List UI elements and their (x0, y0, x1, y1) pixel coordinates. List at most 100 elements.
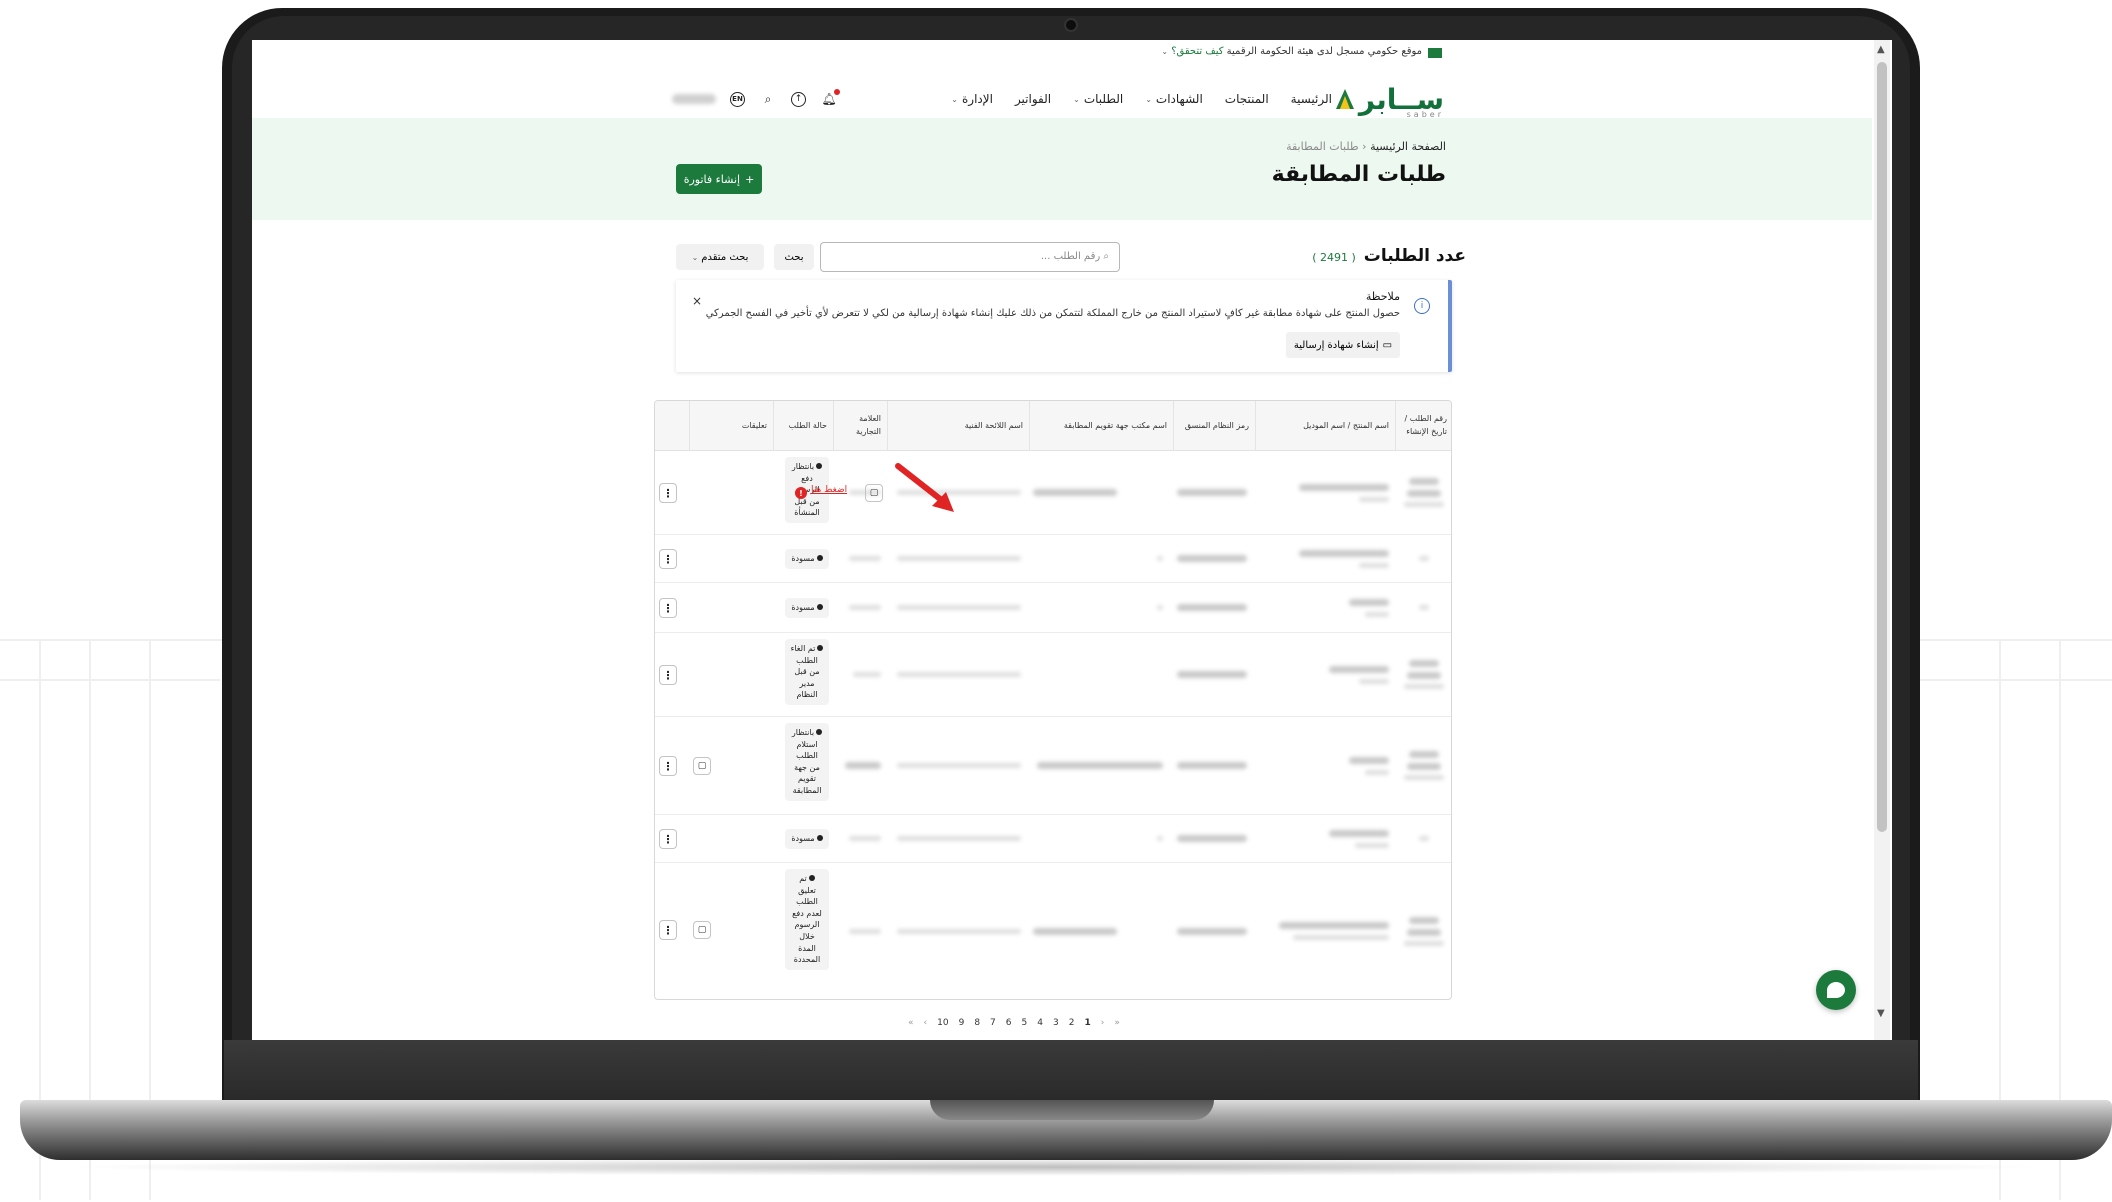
table-row[interactable]: تم تعليق الطلب لعدم دفع الرسوم خلال المد… (655, 863, 1451, 999)
page-1[interactable]: 1 (1084, 1018, 1090, 1028)
header-product-name: اسم المنتج / اسم الموديل (1255, 401, 1395, 451)
scroll-down-icon[interactable]: ▼ (1877, 1008, 1885, 1019)
page-7[interactable]: 7 (990, 1018, 996, 1028)
row-actions-menu[interactable]: ⋮ (659, 483, 677, 503)
saudi-flag-icon (1428, 48, 1442, 58)
create-shipment-certificate-button[interactable]: ▭ إنشاء شهادة إرسالية (1286, 332, 1400, 358)
camera-icon (1064, 18, 1078, 32)
nav-item-products[interactable]: المنتجات (1225, 92, 1269, 106)
status-badge: مسودة (785, 549, 829, 569)
info-note: i ملاحظة حصول المنتج على شهادة مطابقة غي… (676, 280, 1452, 372)
cell-conformity-body (1033, 717, 1163, 814)
create-invoice-button[interactable]: + إنشاء فاتورة (676, 164, 762, 194)
cell-conformity-body (1033, 535, 1163, 582)
scroll-up-icon[interactable]: ▲ (1877, 44, 1885, 55)
logo-mark-icon (1335, 89, 1354, 109)
pagination-prev[interactable]: ‹ (924, 1018, 928, 1028)
cell-technical-regulation (891, 583, 1021, 632)
page-3[interactable]: 3 (1053, 1018, 1059, 1028)
nav-item-management[interactable]: الإدارة ⌄ (951, 92, 993, 106)
page-2[interactable]: 2 (1069, 1018, 1075, 1028)
cell-product-name (1259, 535, 1389, 582)
comment-icon[interactable]: ▢ (693, 921, 711, 939)
cell-conformity-body (1033, 815, 1163, 862)
table-row[interactable]: مسودة ⋮ (655, 535, 1451, 583)
page-5[interactable]: 5 (1022, 1018, 1028, 1028)
page-9[interactable]: 9 (959, 1018, 965, 1028)
pagination: « ‹ 10 9 8 7 6 5 4 3 2 1 › » (908, 1018, 1120, 1028)
row-actions-menu[interactable]: ⋮ (659, 549, 677, 569)
note-text: حصول المنتج على شهادة مطابقة غير كافٍ لا… (705, 308, 1400, 319)
row-actions-menu[interactable]: ⋮ (659, 920, 677, 940)
header-conformity-body: اسم مكتب جهة تقويم المطابقة (1029, 401, 1173, 451)
nav-item-home[interactable]: الرئيسية (1291, 92, 1332, 106)
certificate-icon: ▭ (1382, 339, 1393, 351)
gov-banner: موقع حكومي مسجل لدى هيئة الحكومة الرقمية… (252, 40, 1872, 68)
cell-product-name (1259, 633, 1389, 716)
pagination-first[interactable]: « (908, 1018, 914, 1028)
chat-support-button[interactable] (1816, 970, 1856, 1010)
vertical-scrollbar[interactable]: ▲ ▼ (1874, 40, 1890, 1040)
header-technical-regulation: اسم اللائحة الفنية (887, 401, 1029, 451)
warning-icon: ! (795, 487, 807, 499)
status-badge: تم تعليق الطلب لعدم دفع الرسوم خلال المد… (785, 869, 829, 970)
page-8[interactable]: 8 (974, 1018, 980, 1028)
nav-item-invoices[interactable]: الفواتير (1015, 92, 1051, 106)
page-10[interactable]: 10 (937, 1018, 948, 1028)
cell-technical-regulation (891, 717, 1021, 814)
cell-hs-code (1177, 583, 1247, 632)
cell-request-number (1403, 583, 1445, 632)
cell-technical-regulation (891, 535, 1021, 582)
search-button[interactable]: بحث (774, 244, 814, 270)
cell-product-name (1259, 717, 1389, 814)
requests-count: عدد الطلبات ( 2491 ) (1312, 246, 1466, 266)
language-toggle[interactable]: EN (730, 91, 745, 107)
accessibility-icon[interactable]: ↑ (791, 91, 806, 107)
row-actions-menu[interactable]: ⋮ (659, 756, 677, 776)
scroll-thumb[interactable] (1877, 62, 1887, 832)
user-menu[interactable] (672, 94, 716, 104)
cell-product-name (1259, 815, 1389, 862)
cell-trademark (841, 717, 881, 814)
row-actions-menu[interactable]: ⋮ (659, 829, 677, 849)
gov-verify-link[interactable]: كيف تتحقق؟ (1171, 46, 1223, 57)
table-row[interactable]: بانتظار استلام الطلب من جهة تقويم المطاب… (655, 717, 1451, 815)
breadcrumb-home[interactable]: الصفحة الرئيسية (1370, 140, 1446, 153)
table-row[interactable]: تم الغاء الطلب من قبل مدير النظام ⋮ (655, 633, 1451, 717)
comment-icon[interactable]: ▢ (865, 484, 883, 502)
search-icon[interactable]: ⌕ (759, 90, 777, 108)
search-input[interactable]: ⌕ رقم الطلب ... (820, 242, 1120, 272)
saber-logo[interactable]: ســابر saber (1335, 82, 1444, 119)
page-6[interactable]: 6 (1006, 1018, 1012, 1028)
page-title: طلبات المطابقة (1271, 162, 1446, 187)
cell-technical-regulation (891, 633, 1021, 716)
row-actions-menu[interactable]: ⋮ (659, 598, 677, 618)
cell-product-name (1259, 583, 1389, 632)
annotation-arrow-icon (895, 463, 954, 512)
status-badge: بانتظار استلام الطلب من جهة تقويم المطاب… (785, 723, 829, 801)
comment-icon[interactable]: ▢ (693, 757, 711, 775)
table-row[interactable]: مسودة ⋮ (655, 815, 1451, 863)
nav-item-requests[interactable]: الطلبات ⌄ (1073, 92, 1123, 106)
header-request-number: رقم الطلب / تاريخ الإنشاء (1395, 401, 1451, 451)
nav-item-certificates[interactable]: الشهادات ⌄ (1145, 92, 1203, 106)
gov-banner-text: موقع حكومي مسجل لدى هيئة الحكومة الرقمية (1226, 46, 1422, 57)
table-row[interactable]: مسودة ⋮ (655, 583, 1451, 633)
pagination-last[interactable]: » (1114, 1018, 1120, 1028)
nav-menu: الرئيسية المنتجات الشهادات ⌄ الطلبات ⌄ الف… (951, 92, 1332, 106)
pagination-next[interactable]: › (1101, 1018, 1105, 1028)
chevron-down-icon: ⌄ (1145, 94, 1152, 104)
cell-hs-code (1177, 815, 1247, 862)
notification-bell-icon[interactable]: 🔔︎ (820, 89, 840, 108)
requests-table: رقم الطلب / تاريخ الإنشاء اسم المنتج / ا… (654, 400, 1452, 1000)
advanced-search-button[interactable]: بحث متقدم ⌄ (676, 244, 764, 270)
table-row[interactable]: بانتظار دفع الرسوم من قبل المنشأة ▢ اضغط… (655, 451, 1451, 535)
cell-product-name (1259, 863, 1389, 999)
header-comments: تعليقات (689, 401, 773, 451)
breadcrumb: الصفحة الرئيسية ‹ طلبات المطابقة (1286, 140, 1446, 153)
page-4[interactable]: 4 (1037, 1018, 1043, 1028)
cell-trademark (841, 633, 881, 716)
click-here-link[interactable]: اضغط هنا (811, 485, 847, 495)
row-actions-menu[interactable]: ⋮ (659, 665, 677, 685)
close-icon[interactable]: × (692, 294, 702, 308)
